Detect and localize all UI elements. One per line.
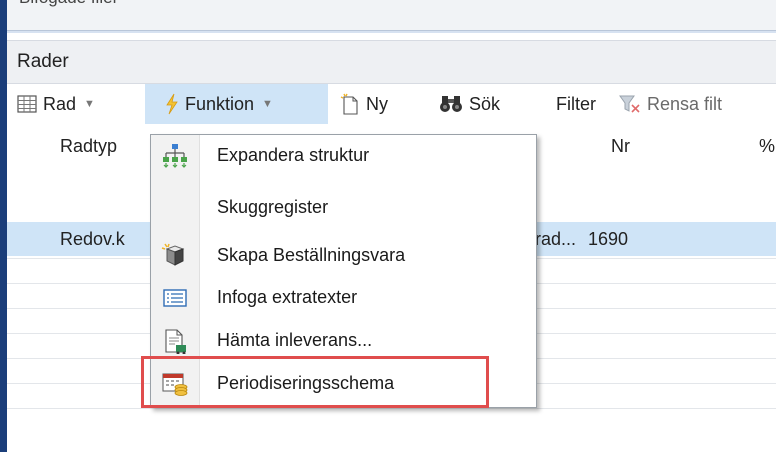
sok-label: Sök (469, 93, 501, 114)
column-header-nr[interactable]: Nr (611, 136, 630, 157)
search-button[interactable]: Sök (439, 84, 529, 124)
table-row[interactable] (7, 408, 776, 433)
cell-text: rad... (535, 229, 577, 249)
chevron-down-icon: ▼ (262, 98, 273, 110)
attachments-section[interactable]: Bifogade filer (7, 0, 776, 31)
chevron-down-icon: ▼ (84, 98, 95, 110)
binoculars-icon (440, 96, 462, 112)
grid-icon (17, 95, 37, 113)
order-item-icon (161, 243, 185, 266)
column-header-percent[interactable]: % (759, 136, 775, 157)
menu-item-hamta-inleverans[interactable]: Hämta inleverans... (151, 322, 536, 360)
menu-item-skuggregister[interactable]: Skuggregister (151, 189, 536, 227)
lightning-icon (166, 93, 178, 115)
ny-label: Ny (366, 93, 388, 114)
cell-nr: 1690 (588, 229, 629, 249)
menu-item-infoga-extratexter[interactable]: Infoga extratexter (151, 279, 536, 317)
rad-button[interactable]: Rad ▼ (11, 84, 151, 124)
toolbar: Rad ▼ Funktion ▼ Ny Sök Filter Rensa fil… (7, 84, 776, 124)
attachments-title: Bifogade filer (19, 0, 118, 8)
funktion-button[interactable]: Funktion ▼ (145, 84, 328, 124)
menu-item-label: Hämta inleverans... (217, 330, 373, 350)
cell-radtyp: Redov.k (60, 229, 125, 249)
menu-item-skapa-bestallningsvara[interactable]: Skapa Beställningsvara (151, 237, 536, 275)
app-frame: Bifogade filer Rader Rad ▼ Funktion ▼ (7, 0, 776, 452)
section-title: Rader (17, 51, 69, 72)
new-document-icon (340, 93, 358, 115)
rensa-label: Rensa filt (647, 93, 723, 114)
annotation-highlight-box (141, 356, 489, 408)
menu-item-label: Skapa Beställningsvara (217, 245, 406, 265)
filter-label: Filter (556, 93, 596, 114)
menu-item-label: Infoga extratexter (217, 287, 358, 307)
menu-item-label: Skuggregister (217, 197, 329, 217)
structure-icon (163, 144, 187, 168)
clear-filter-button[interactable]: Rensa filt (619, 84, 776, 124)
divider (7, 31, 776, 33)
menu-item-expandera-struktur[interactable]: Expandera struktur (151, 137, 536, 175)
text-lines-icon (163, 289, 187, 307)
funktion-label: Funktion (185, 93, 255, 114)
new-button[interactable]: Ny (340, 84, 428, 124)
clear-filter-icon (619, 95, 640, 113)
rows-section-header[interactable]: Rader (7, 40, 776, 84)
filter-button[interactable]: Filter (556, 84, 610, 124)
rad-label: Rad (43, 93, 77, 114)
menu-item-label: Expandera struktur (217, 145, 370, 165)
delivery-icon (165, 329, 186, 354)
column-header-radtyp[interactable]: Radtyp (60, 136, 117, 157)
